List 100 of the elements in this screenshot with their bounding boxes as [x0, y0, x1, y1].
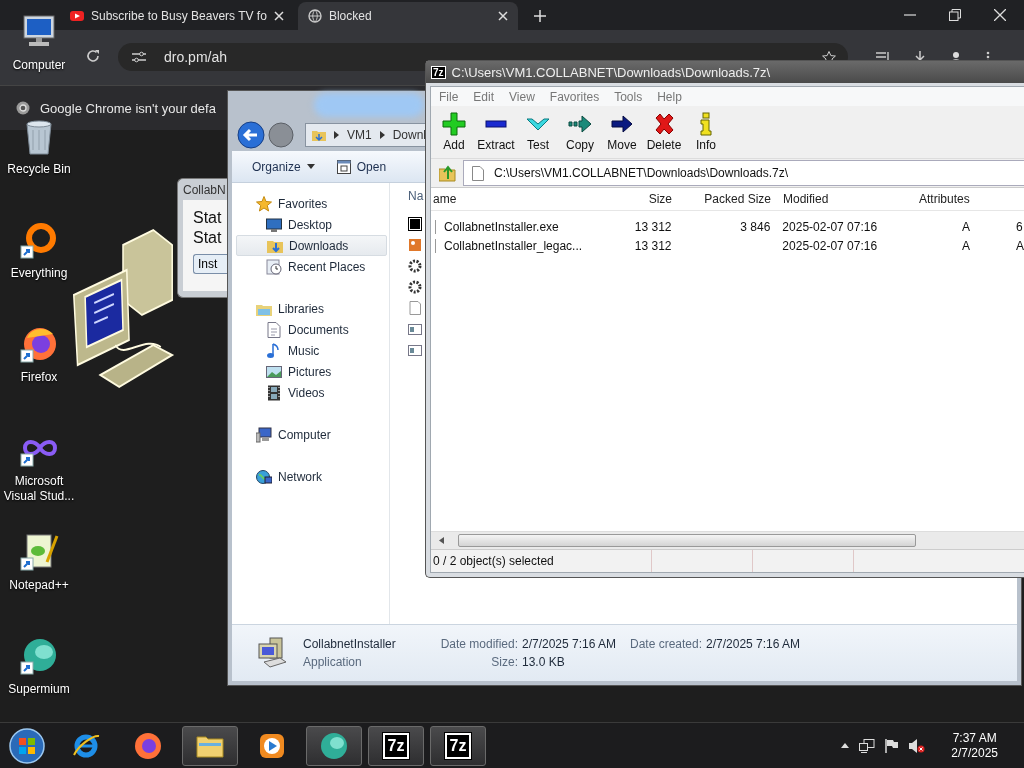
nav-item[interactable]: Libraries [236, 298, 387, 319]
toolbar-button[interactable]: Test [517, 112, 559, 152]
network-icon [256, 468, 272, 485]
table-cell-text: 3 846 [739, 219, 772, 234]
nav-item[interactable]: Favorites [236, 193, 387, 214]
info-message: Google Chrome isn't your defa [40, 100, 216, 116]
close-icon[interactable] [273, 11, 284, 21]
taskbar-button[interactable]: 7z [368, 725, 424, 766]
install-button[interactable]: Inst [193, 254, 227, 274]
table-cell-text: A [1015, 238, 1024, 253]
table-cell-text: 6 [1015, 219, 1024, 234]
flag-icon[interactable] [885, 738, 900, 753]
menu-item[interactable]: Favorites [549, 89, 600, 104]
sphere-icon [19, 636, 59, 676]
desktop-shortcut[interactable]: Supermium [0, 630, 78, 720]
path-field[interactable]: C:\Users\VM1.COLLABNET\Downloads\Downloads.7z\ [463, 160, 1024, 186]
column-header[interactable]: Modified [775, 192, 912, 206]
table-cell-text: 2025-02-07 07:16 [781, 219, 879, 234]
nav-item[interactable]: Pictures [236, 361, 387, 382]
menu-item[interactable]: View [509, 89, 535, 104]
desktop-shortcut[interactable]: Microsoft Visual Stud... [0, 422, 78, 512]
start-button-icon[interactable] [9, 727, 45, 764]
file-name: CollabnetInstaller [303, 637, 397, 651]
menu-item[interactable]: Help [657, 89, 682, 104]
table-cell-text: 13 312 [633, 219, 673, 234]
archive-icon [408, 217, 422, 231]
status-text: Stat [193, 228, 223, 248]
address-field[interactable]: VM1 Downl [305, 122, 427, 147]
music-icon [266, 342, 282, 359]
nav-item[interactable]: Recent Places [236, 256, 387, 277]
reload-icon[interactable] [86, 49, 100, 63]
chrome-logo-icon [16, 101, 30, 115]
nav-item[interactable]: Desktop [236, 214, 387, 235]
nav-item[interactable]: Videos [236, 382, 387, 403]
app-logo: 7z [382, 732, 410, 759]
column-header[interactable]: Attributes [912, 192, 977, 206]
nav-item[interactable]: Music [236, 340, 387, 361]
app-logo: 7z [444, 732, 472, 759]
taskbar-button[interactable] [182, 725, 238, 766]
nav-item[interactable]: Computer [236, 424, 387, 445]
clock-time[interactable]: 7:37 AM [952, 730, 997, 746]
toolbar-button[interactable]: Open [334, 157, 389, 176]
plus-icon[interactable] [533, 10, 546, 22]
field-label: Date modified: [439, 637, 518, 651]
scroll-left-icon[interactable] [439, 537, 444, 544]
horizontal-scrollbar[interactable] [431, 531, 1024, 549]
field-value: 2/7/2025 7:16 AM [522, 637, 618, 651]
videos-icon [266, 384, 282, 401]
chevron-icon [334, 130, 339, 139]
close-icon[interactable] [497, 11, 508, 21]
chevron-icon [379, 130, 385, 139]
toolbar-button[interactable]: Add [433, 112, 475, 152]
up-folder-icon[interactable] [439, 164, 457, 182]
restore-icon[interactable] [949, 9, 961, 21]
scrollbar-thumb[interactable] [458, 534, 916, 547]
desktop-shortcut[interactable]: Firefox [0, 318, 78, 408]
toolbar-button[interactable]: Copy [559, 112, 601, 152]
toolbar-button[interactable]: Move [601, 112, 643, 152]
table-cell-text: A [961, 219, 971, 234]
back-button-icon[interactable] [237, 120, 265, 149]
desktop-shortcut[interactable]: Everything [0, 214, 78, 304]
volume-muted-icon[interactable] [909, 738, 926, 753]
nav-item[interactable]: Documents [236, 319, 387, 340]
star-icon [256, 195, 272, 212]
window-icon [336, 159, 351, 174]
globe-icon [307, 9, 322, 23]
nav-item[interactable]: Downloads [236, 235, 387, 256]
blank-file-icon [408, 301, 422, 315]
dialog-title: CollabN [183, 183, 227, 199]
nav-item[interactable]: Network [236, 466, 387, 487]
column-header[interactable]: ame [431, 192, 625, 206]
menu-item[interactable]: Edit [473, 89, 495, 104]
ring-icon [19, 220, 59, 260]
menu-item[interactable]: File [439, 89, 459, 104]
menu-item[interactable]: Tools [614, 89, 643, 104]
tune-icon [132, 51, 146, 63]
toolbar-button[interactable]: Info [685, 112, 727, 152]
column-header[interactable]: Packed Size [675, 192, 775, 206]
notepad-icon [19, 532, 59, 572]
toolbar-button[interactable]: Extract [475, 112, 517, 152]
taskbar-button[interactable] [306, 725, 362, 766]
close-icon[interactable] [994, 9, 1006, 21]
desktop-shortcut[interactable]: Notepad++ [0, 526, 78, 616]
caret-up-icon[interactable] [841, 743, 850, 748]
column-header[interactable]: Size [625, 192, 675, 206]
network-icon[interactable] [859, 738, 876, 753]
toolbar-button[interactable]: Delete [643, 112, 685, 152]
app-logo: 7z [431, 65, 446, 79]
caret-down-icon [306, 164, 315, 169]
breadcrumb[interactable]: Downl [392, 127, 427, 142]
breadcrumb[interactable]: VM1 [347, 127, 372, 142]
window-file-icon [408, 343, 422, 357]
browser-tab[interactable]: Blocked [297, 2, 518, 30]
table-cell-text: 2025-02-07 07:16 [781, 238, 879, 253]
firefox-icon [133, 730, 163, 761]
taskbar-button[interactable]: 7z [430, 725, 486, 766]
toolbar-button[interactable]: Organize [250, 157, 317, 176]
status-text: Stat [193, 208, 223, 228]
clock-date[interactable]: 2/7/2025 [951, 745, 998, 761]
column-header[interactable]: Na [408, 189, 424, 203]
